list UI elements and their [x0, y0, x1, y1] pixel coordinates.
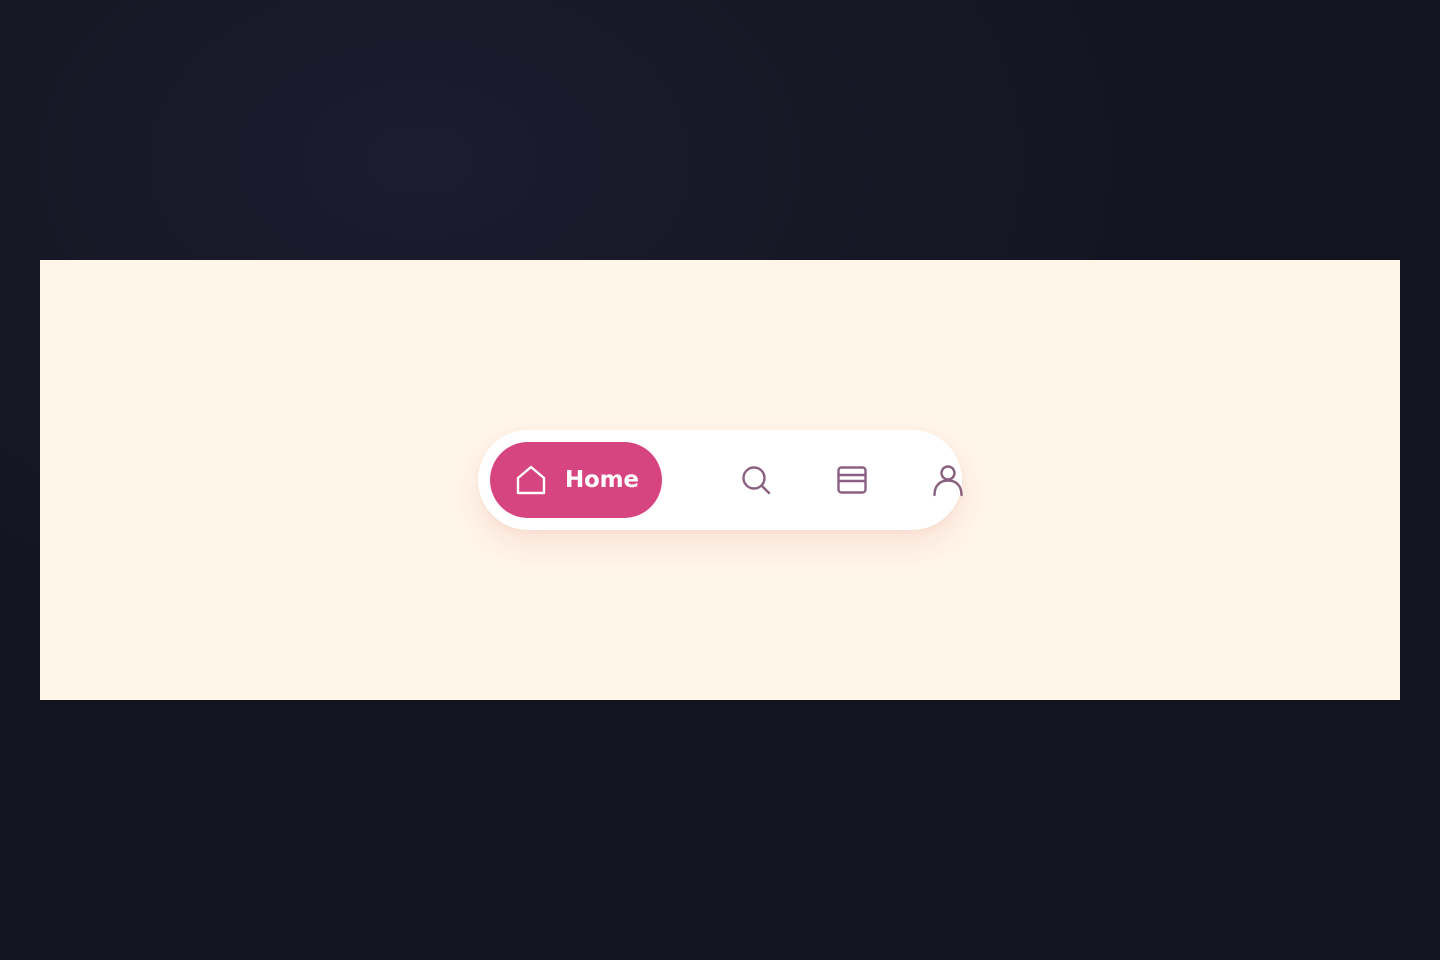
home-icon [516, 465, 546, 495]
nav-item-search[interactable] [732, 456, 780, 504]
preview-stage: Home [40, 260, 1400, 700]
user-icon [933, 465, 963, 497]
nav-item-home-label: Home [565, 466, 639, 493]
nav-item-home[interactable]: Home [490, 442, 662, 518]
card-icon [837, 466, 867, 494]
nav-item-cards[interactable] [828, 456, 876, 504]
nav-item-profile[interactable] [924, 456, 972, 504]
bottom-navigation-bar: Home [478, 430, 963, 530]
search-icon [742, 466, 771, 495]
